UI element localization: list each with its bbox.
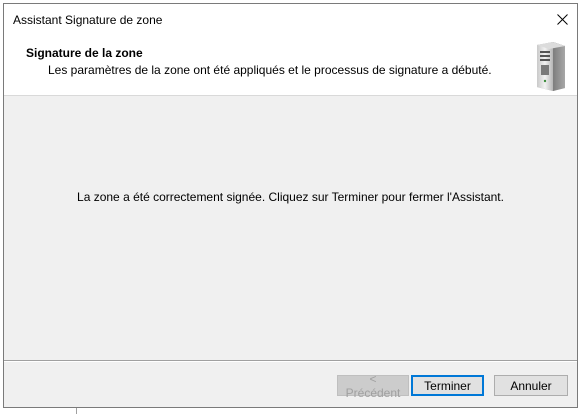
wizard-body: La zone a été correctement signée. Cliqu… <box>4 96 577 359</box>
close-button[interactable] <box>547 4 577 35</box>
title-bar: Assistant Signature de zone <box>4 4 577 35</box>
page-title: Signature de la zone <box>26 46 143 60</box>
cancel-button[interactable]: Annuler <box>494 375 568 396</box>
completion-message: La zone a été correctement signée. Cliqu… <box>77 190 504 204</box>
close-icon <box>556 14 568 25</box>
finish-button[interactable]: Terminer <box>411 375 484 396</box>
wizard-header: Signature de la zone Les paramètres de l… <box>4 35 577 96</box>
button-separator <box>4 360 577 362</box>
previous-button[interactable]: < Précédent <box>337 372 409 400</box>
wizard-dialog: Assistant Signature de zone Signature de… <box>3 3 578 408</box>
background-window-edge <box>578 0 586 414</box>
window-title: Assistant Signature de zone <box>13 13 163 27</box>
page-subtitle: Les paramètres de la zone ont été appliq… <box>48 63 492 77</box>
server-icon <box>537 42 565 91</box>
